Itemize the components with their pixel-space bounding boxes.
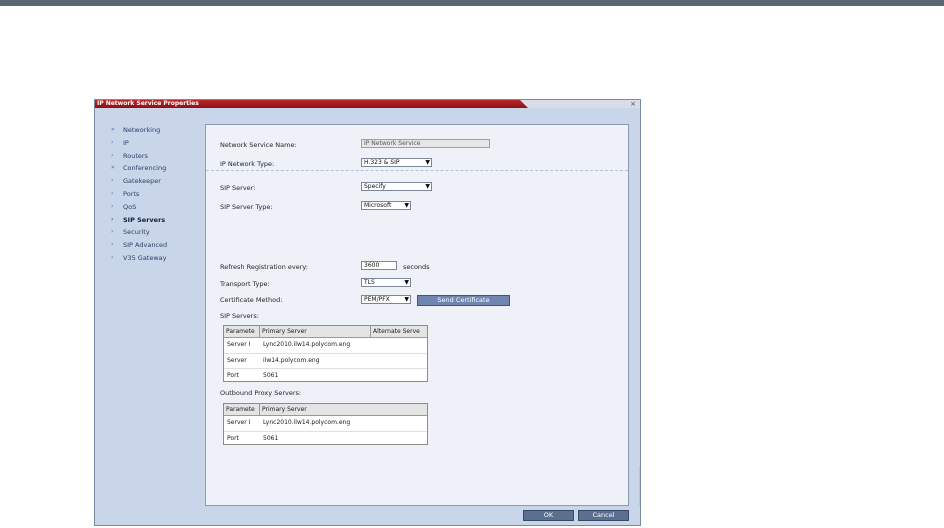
sidebar-item-gatekeeper[interactable]: › Gatekeeper [109,175,199,188]
refresh-label: Refresh Registration every: [220,263,308,271]
service-name-field: IP Network Service [361,139,490,148]
refresh-input[interactable]: 3600 [361,261,397,270]
chevron-right-icon: › [111,138,114,146]
dialog-title: IP Network Service Properties [97,100,199,107]
sidebar-item-v35-gateway[interactable]: › V35 Gateway [109,252,199,265]
sidebar-item-ip[interactable]: › IP [109,137,199,150]
sip-servers-panel: Network Service Name: IP Network Service… [205,124,629,506]
sip-server-type-label: SIP Server Type: [220,203,273,211]
dropdown-arrow-icon: ▼ [404,202,409,209]
dropdown-arrow-icon: ▼ [425,159,430,166]
sidebar-item-security[interactable]: › Security [109,226,199,239]
transport-label: Transport Type: [220,280,270,288]
column-header-primary-server[interactable]: Primary Server [260,326,371,337]
table-row[interactable]: Port 5061 [224,432,427,447]
send-certificate-button[interactable]: Send Certificate [417,295,510,306]
proxy-servers-label: Outbound Proxy Servers: [220,389,302,397]
sidebar-item-qos[interactable]: › QoS [109,201,199,214]
column-header-primary-server[interactable]: Primary Server [260,404,427,415]
refresh-unit: seconds [403,263,430,271]
chevron-right-icon: › [111,202,114,210]
sidebar-item-sip-servers[interactable]: › SIP Servers [109,214,199,227]
table-row[interactable]: Port 5061 [224,369,427,384]
network-type-label: IP Network Type: [220,160,275,168]
chevron-right-icon: › [111,177,114,185]
sidebar-item-routers[interactable]: › Routers [109,150,199,163]
sidebar-nav: » Networking › IP › Routers » Conferencing ›… [109,124,199,265]
service-name-label: Network Service Name: [220,141,297,149]
sip-server-type-select[interactable]: Microsoft ▼ [361,201,411,210]
table-row[interactable]: Server I Lync2010.ilw14.polycom.eng [224,338,427,354]
chevron-right-icon: › [111,189,114,197]
column-header-alternate-server[interactable]: Alternate Serve [371,326,427,337]
sidebar-item-networking[interactable]: » Networking [109,124,199,137]
chevron-right-icon: › [111,253,114,261]
chevron-right-icon: › [111,228,114,236]
double-chevron-icon: » [111,126,115,133]
sip-servers-label: SIP Servers: [220,312,259,320]
double-chevron-icon: » [111,164,115,172]
chevron-right-icon: › [111,151,114,159]
sidebar-item-conferencing[interactable]: » Conferencing [109,162,199,175]
sip-server-label: SIP Server: [220,184,256,192]
column-header-parameter[interactable]: Paramete [224,326,260,337]
divider [639,466,640,506]
ip-network-service-dialog: IP Network Service Properties × » Network… [94,99,641,526]
dropdown-arrow-icon: ▼ [404,279,409,286]
cancel-button[interactable]: Cancel [578,510,629,521]
close-icon[interactable]: × [630,100,636,108]
network-type-select[interactable]: H.323 & SIP ▼ [361,158,432,167]
sip-server-select[interactable]: Specify ▼ [361,182,432,191]
sip-servers-table: Paramete Primary Server Alternate Serve … [223,325,428,382]
cert-method-select[interactable]: PEM/PFX ▼ [361,295,411,304]
ok-button[interactable]: OK [523,510,574,521]
sidebar-item-sip-advanced[interactable]: › SIP Advanced [109,239,199,252]
table-row[interactable]: Server ilw14.polycom.eng [224,354,427,370]
dropdown-arrow-icon: ▼ [404,296,409,303]
title-bar[interactable]: IP Network Service Properties × [95,100,640,108]
top-bar [0,0,944,6]
dropdown-arrow-icon: ▼ [425,183,430,190]
chevron-right-icon: › [111,241,114,249]
proxy-servers-table: Paramete Primary Server Server I Lync201… [223,403,428,445]
sidebar-item-ports[interactable]: › Ports [109,188,199,201]
chevron-right-icon: › [111,215,114,223]
cert-method-label: Certificate Method: [220,296,283,304]
column-header-parameter[interactable]: Paramete [224,404,260,415]
transport-select[interactable]: TLS ▼ [361,278,411,287]
table-row[interactable]: Server I Lync2010.ilw14.polycom.eng [224,416,427,432]
section-divider [206,170,628,171]
